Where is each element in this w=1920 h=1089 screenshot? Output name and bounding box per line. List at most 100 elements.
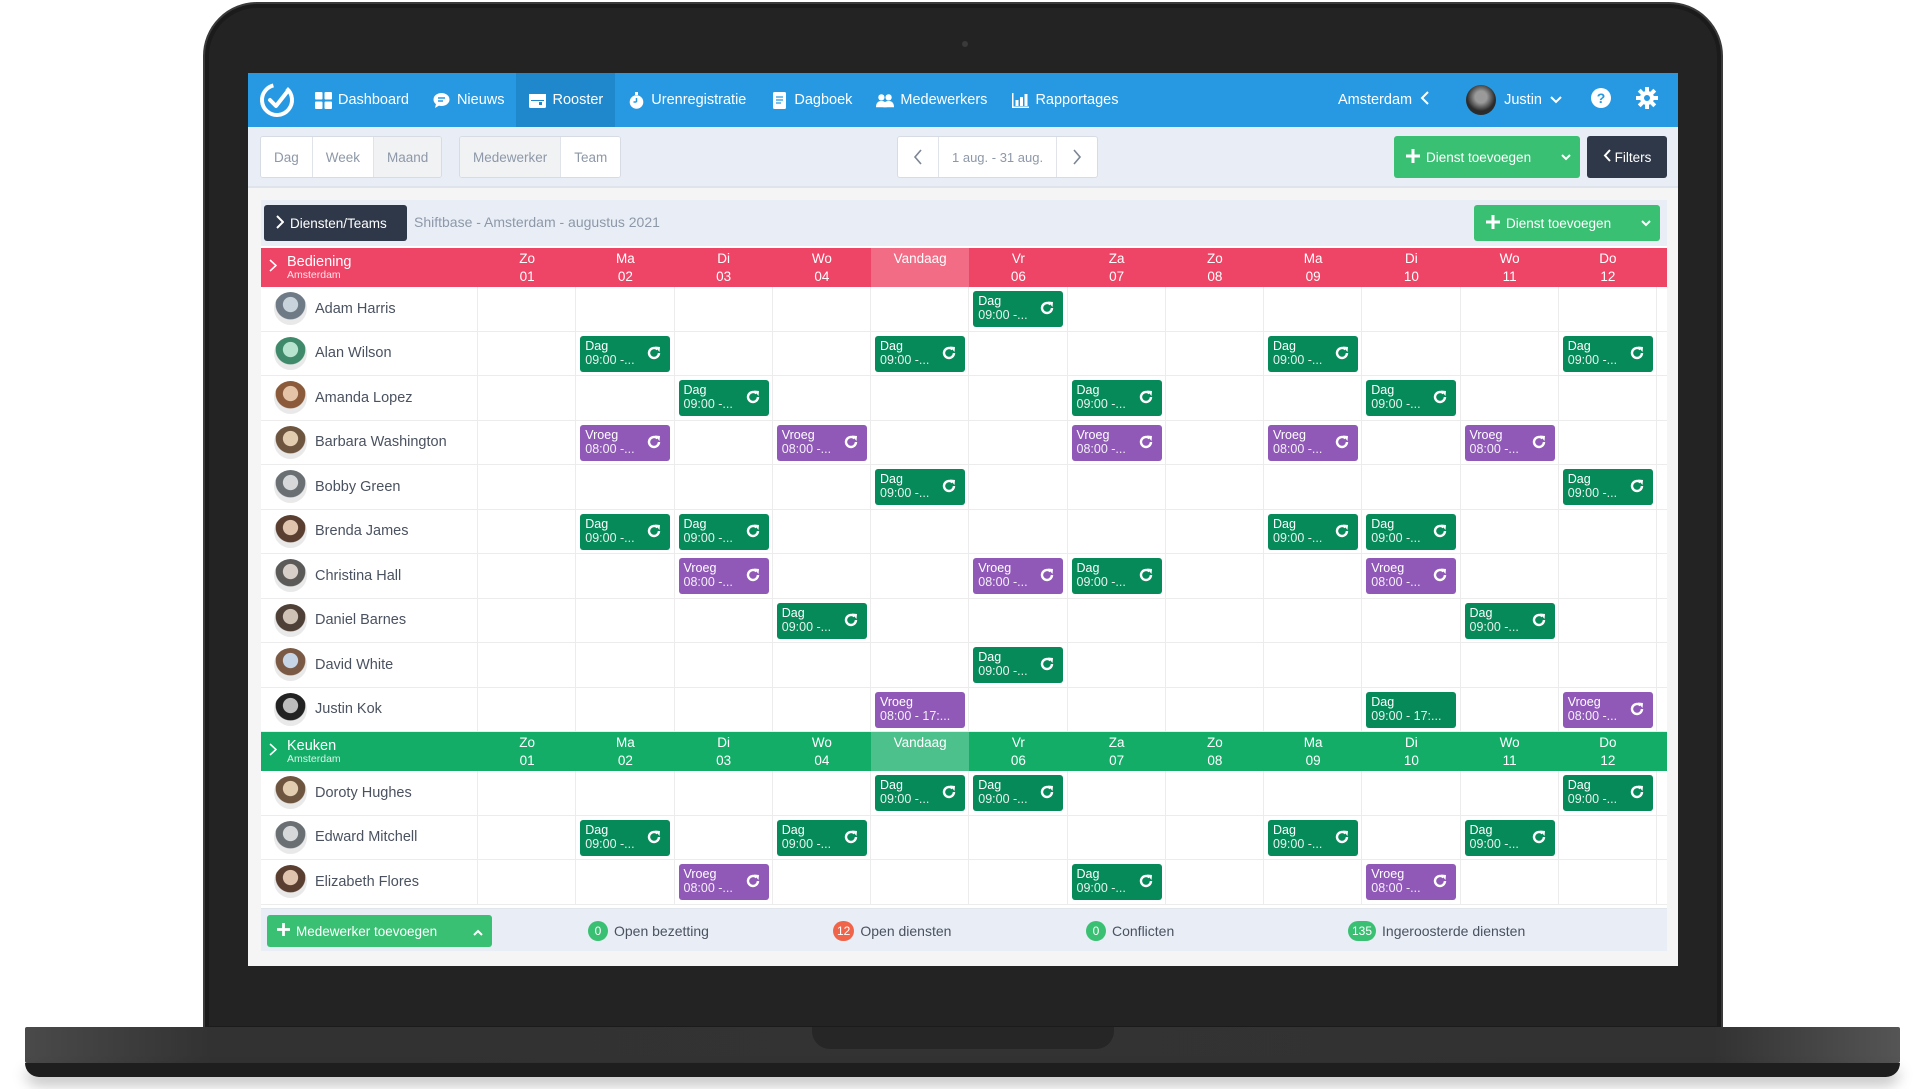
shift-card[interactable]: Dag 09:00 -... xyxy=(973,647,1064,683)
day-cell[interactable] xyxy=(478,376,577,420)
day-cell[interactable]: Dag 09:00 -... xyxy=(1461,815,1559,859)
day-cell[interactable] xyxy=(773,465,871,509)
day-cell[interactable] xyxy=(1166,420,1264,464)
day-cell[interactable] xyxy=(478,687,577,731)
day-cell[interactable] xyxy=(1264,643,1363,687)
day-cell[interactable] xyxy=(1461,860,1559,904)
day-cell[interactable] xyxy=(773,376,871,420)
day-cell[interactable]: Dag 09:00 -... xyxy=(576,509,675,553)
day-cell[interactable] xyxy=(1461,687,1559,731)
day-cell[interactable]: Dag 09:00 -... xyxy=(773,598,871,642)
shift-card[interactable]: Dag 09:00 -... xyxy=(1268,819,1358,856)
day-cell[interactable]: Dag 09:00 -... xyxy=(1362,376,1461,420)
day-cell[interactable] xyxy=(576,287,675,331)
day-cell[interactable]: Vroeg 08:00 -... xyxy=(675,860,773,904)
day-cell[interactable] xyxy=(871,509,970,553)
day-cell[interactable] xyxy=(871,860,970,904)
day-cell[interactable] xyxy=(1559,420,1657,464)
shift-card[interactable]: Dag 09:00 -... xyxy=(875,469,965,505)
day-cell[interactable] xyxy=(478,554,577,598)
day-cell[interactable]: Dag 09:00 -... xyxy=(675,509,773,553)
shift-card[interactable]: Dag 09:00 -... xyxy=(973,291,1064,327)
day-cell[interactable] xyxy=(871,420,970,464)
day-cell[interactable] xyxy=(1362,420,1461,464)
location-switcher[interactable]: Amsterdam xyxy=(1318,91,1450,109)
day-cell[interactable]: Dag 09:00 -... xyxy=(1068,376,1166,420)
filters-button[interactable]: Filters xyxy=(1587,136,1667,178)
day-cell[interactable] xyxy=(773,509,871,553)
day-cell[interactable] xyxy=(1559,643,1657,687)
shift-card[interactable]: Dag 09:00 -... xyxy=(1562,775,1653,811)
shift-card[interactable]: Dag 09:00 -... xyxy=(1464,819,1555,856)
day-cell[interactable] xyxy=(478,331,577,375)
day-cell[interactable]: Dag 09:00 -... xyxy=(773,815,871,859)
add-shift-button[interactable]: Dienst toevoegen xyxy=(1394,136,1580,178)
team-name-cell[interactable]: Bediening Amsterdam xyxy=(261,248,478,287)
day-cell[interactable] xyxy=(1068,771,1166,815)
day-cell[interactable] xyxy=(1068,509,1166,553)
shift-card[interactable]: Vroeg 08:00 -... xyxy=(580,424,671,461)
day-cell[interactable]: Vroeg 08:00 -... xyxy=(1559,687,1657,731)
day-cell[interactable] xyxy=(1264,687,1363,731)
day-cell[interactable] xyxy=(478,598,577,642)
shift-card[interactable]: Vroeg 08:00 -... xyxy=(973,558,1064,594)
day-cell[interactable] xyxy=(1461,376,1559,420)
day-cell[interactable] xyxy=(675,465,773,509)
day-cell[interactable] xyxy=(1068,465,1166,509)
day-cell[interactable] xyxy=(1068,331,1166,375)
day-cell[interactable] xyxy=(576,465,675,509)
day-cell[interactable] xyxy=(1166,860,1264,904)
day-cell[interactable]: Dag 09:00 -... xyxy=(1559,465,1657,509)
day-cell[interactable]: Dag 09:00 -... xyxy=(576,815,675,859)
day-cell[interactable] xyxy=(675,331,773,375)
shift-card[interactable]: Vroeg 08:00 -... xyxy=(1071,424,1162,461)
day-cell[interactable] xyxy=(1559,554,1657,598)
employee-cell[interactable]: Alan Wilson xyxy=(261,331,478,375)
day-cell[interactable] xyxy=(1559,376,1657,420)
day-cell[interactable] xyxy=(871,554,970,598)
day-cell[interactable] xyxy=(576,860,675,904)
day-cell[interactable] xyxy=(1559,598,1657,642)
day-cell[interactable] xyxy=(675,287,773,331)
day-cell[interactable] xyxy=(675,643,773,687)
view-tab-maand[interactable]: Maand xyxy=(374,137,442,177)
day-cell[interactable] xyxy=(675,687,773,731)
next-period-button[interactable] xyxy=(1057,137,1097,177)
day-cell[interactable] xyxy=(773,687,871,731)
nav-item-dashboard[interactable]: Dashboard xyxy=(302,73,421,127)
day-cell[interactable]: Dag 09:00 -... xyxy=(1559,331,1657,375)
shift-card[interactable]: Vroeg 08:00 -... xyxy=(678,558,769,594)
day-cell[interactable]: Dag 09:00 -... xyxy=(1362,509,1461,553)
day-cell[interactable] xyxy=(1461,554,1559,598)
shift-card[interactable]: Dag 09:00 -... xyxy=(1071,380,1162,416)
shift-card[interactable]: Dag 09:00 - 17:... xyxy=(1366,691,1457,728)
day-cell[interactable] xyxy=(773,860,871,904)
day-cell[interactable] xyxy=(1166,509,1264,553)
day-cell[interactable] xyxy=(969,331,1068,375)
day-cell[interactable] xyxy=(1166,815,1264,859)
nav-item-rapportages[interactable]: Rapportages xyxy=(999,73,1130,127)
shift-card[interactable]: Dag 09:00 -... xyxy=(1562,469,1653,505)
day-cell[interactable] xyxy=(1559,860,1657,904)
nav-item-rooster[interactable]: Rooster xyxy=(516,73,616,127)
day-cell[interactable] xyxy=(1362,815,1461,859)
day-cell[interactable]: Vroeg 08:00 -... xyxy=(1264,420,1363,464)
shiftbase-logo-icon[interactable] xyxy=(252,73,302,127)
nav-item-urenregistratie[interactable]: Urenregistratie xyxy=(615,73,758,127)
day-cell[interactable]: Dag 09:00 -... xyxy=(969,643,1068,687)
day-cell[interactable] xyxy=(1362,598,1461,642)
view-tab-dag[interactable]: Dag xyxy=(261,137,313,177)
shift-card[interactable]: Dag 09:00 -... xyxy=(973,775,1064,811)
nav-item-dagboek[interactable]: Dagboek xyxy=(758,73,864,127)
shift-card[interactable]: Vroeg 08:00 -... xyxy=(776,424,867,461)
day-cell[interactable]: Dag 09:00 -... xyxy=(1461,598,1559,642)
employee-cell[interactable]: Bobby Green xyxy=(261,465,478,509)
day-cell[interactable]: Dag 09:00 -... xyxy=(576,331,675,375)
day-cell[interactable] xyxy=(675,420,773,464)
day-cell[interactable] xyxy=(478,509,577,553)
shift-card[interactable]: Dag 09:00 -... xyxy=(1464,602,1555,639)
day-cell[interactable] xyxy=(1559,287,1657,331)
nav-item-nieuws[interactable]: Nieuws xyxy=(421,73,517,127)
day-cell[interactable] xyxy=(576,554,675,598)
day-cell[interactable] xyxy=(871,598,970,642)
